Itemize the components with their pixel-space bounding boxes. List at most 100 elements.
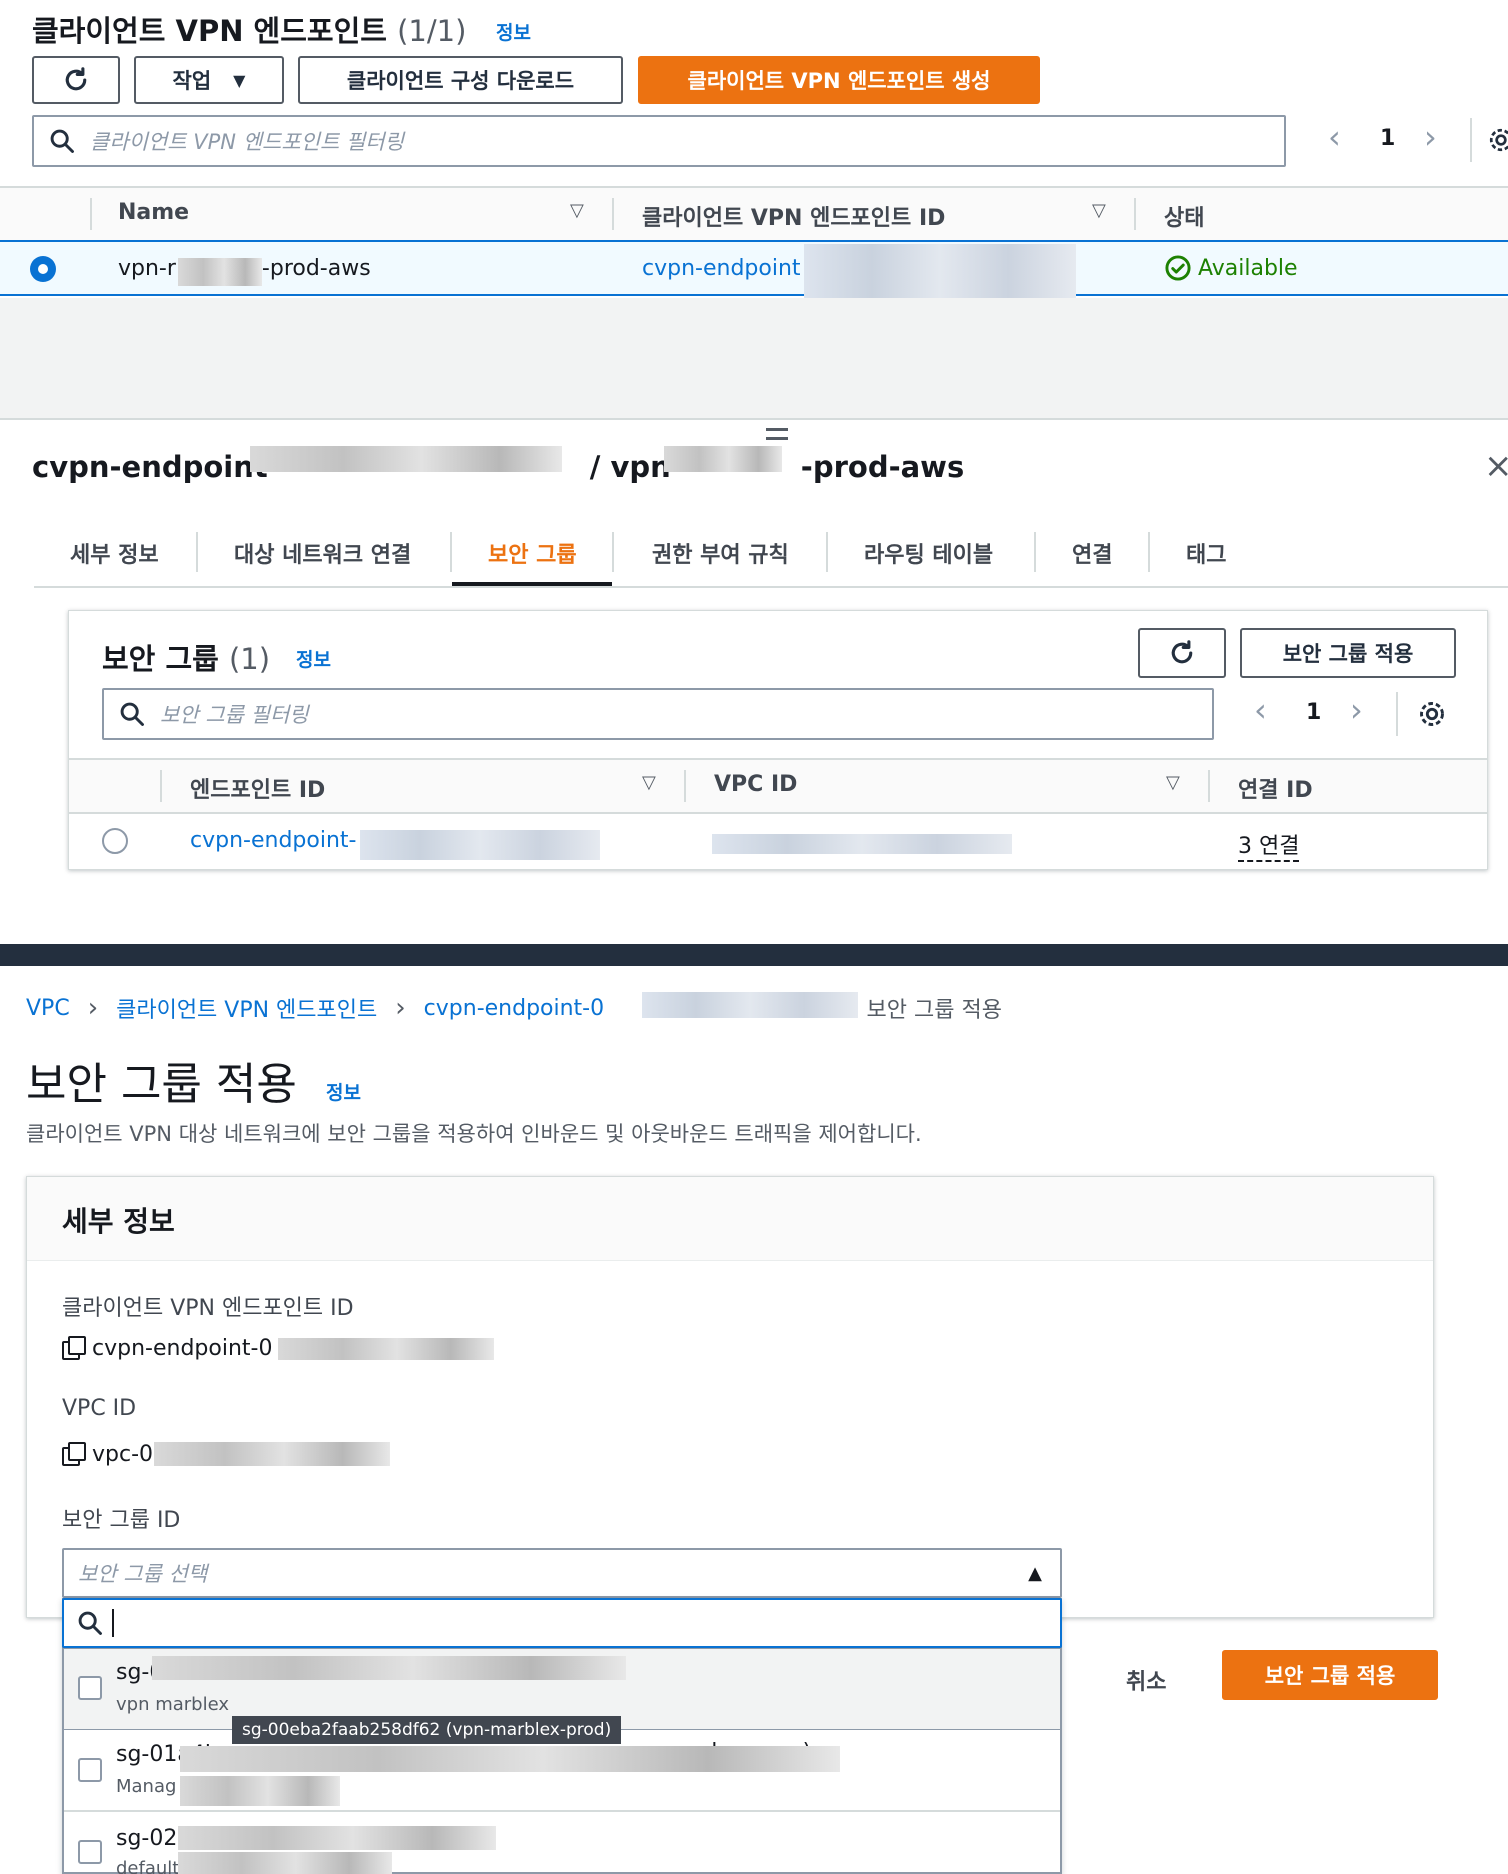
tab-tags[interactable]: 태그: [1186, 537, 1226, 569]
chevron-right-icon: ›: [395, 993, 406, 1023]
status-text: Available: [1198, 255, 1298, 281]
caret-up-icon: ▲: [1028, 1562, 1042, 1584]
row-name-suffix: -prod-aws: [261, 256, 371, 281]
search-icon: [78, 1611, 102, 1635]
section-title: 세부 정보: [62, 1205, 175, 1238]
prev-page-icon[interactable]: ‹: [1328, 118, 1341, 156]
option-description: default: [116, 1858, 180, 1874]
panel-title: 보안 그룹 (1): [102, 636, 270, 678]
search-icon: [120, 702, 144, 726]
detail-title-prefix: cvpn-endpoint: [32, 450, 268, 484]
option-checkbox[interactable]: [78, 1758, 102, 1782]
resize-handle-icon[interactable]: [766, 428, 788, 440]
cancel-button[interactable]: 취소: [1126, 1664, 1166, 1696]
security-group-id-label: 보안 그룹 ID: [62, 1508, 181, 1533]
settings-icon[interactable]: [1418, 700, 1446, 728]
column-header-sg-endpoint-id[interactable]: 엔드포인트 ID: [190, 772, 325, 804]
apply-security-group-button[interactable]: 보안 그룹 적용: [1240, 628, 1456, 678]
tab-route-table[interactable]: 라우팅 테이블: [864, 537, 993, 569]
sg-row-radio[interactable]: [102, 828, 128, 854]
column-header-name[interactable]: Name: [118, 200, 189, 225]
actions-label: 작업: [172, 69, 212, 93]
security-group-filter-placeholder: 보안 그룹 필터링: [160, 703, 309, 727]
sort-icon[interactable]: ▽: [570, 200, 584, 221]
endpoint-id-text: cvpn-endpoint-0: [92, 1336, 273, 1361]
endpoint-id-value: cvpn-endpoint-0: [62, 1336, 272, 1361]
column-header-vpc-id[interactable]: VPC ID: [714, 772, 797, 797]
next-page-icon[interactable]: ›: [1424, 118, 1437, 156]
info-link[interactable]: 정보: [496, 18, 531, 45]
tab-connections[interactable]: 연결: [1072, 537, 1112, 569]
prev-page-icon[interactable]: ‹: [1254, 691, 1267, 729]
page-number[interactable]: 1: [1306, 700, 1321, 725]
row-endpoint-id-link[interactable]: cvpn-endpoint: [642, 256, 801, 281]
breadcrumb-vpc[interactable]: VPC: [26, 996, 70, 1021]
endpoint-filter-placeholder: 클라이언트 VPN 엔드포인트 필터링: [90, 130, 404, 154]
copy-icon[interactable]: [62, 1442, 86, 1466]
sort-icon[interactable]: ▽: [642, 772, 656, 793]
list-title-text: 클라이언트 VPN 엔드포인트: [32, 14, 387, 48]
tab-target-network[interactable]: 대상 네트워크 연결: [234, 537, 411, 569]
create-endpoint-button[interactable]: 클라이언트 VPN 엔드포인트 생성: [638, 56, 1040, 104]
option-description: Manag: [116, 1776, 177, 1797]
actions-button[interactable]: 작업 ▼: [134, 56, 284, 104]
tab-security-groups[interactable]: 보안 그룹: [488, 537, 577, 569]
column-header-connection-id[interactable]: 연결 ID: [1238, 772, 1313, 804]
endpoint-id-label: 클라이언트 VPN 엔드포인트 ID: [62, 1296, 354, 1321]
list-count: (1/1): [397, 14, 467, 48]
chevron-right-icon: ›: [87, 993, 99, 1023]
split-gap: [0, 298, 1508, 420]
panel-count: (1): [228, 642, 271, 676]
column-header-status[interactable]: 상태: [1164, 200, 1204, 232]
check-circle-icon: [1165, 255, 1191, 281]
sort-icon[interactable]: ▽: [1092, 200, 1106, 221]
detail-title-suffix: -prod-aws: [800, 450, 965, 484]
list-title: 클라이언트 VPN 엔드포인트 (1/1): [32, 8, 466, 50]
option-id: sg-02: [116, 1826, 178, 1851]
panel-title-text: 보안 그룹: [102, 642, 219, 676]
security-group-filter-input[interactable]: 보안 그룹 필터링: [102, 688, 1214, 740]
vpc-id-value: vpc-0: [62, 1442, 153, 1467]
text-cursor: [112, 1609, 114, 1637]
row-radio-selected[interactable]: [30, 256, 56, 282]
page-number[interactable]: 1: [1380, 126, 1395, 151]
tooltip: sg-00eba2faab258df62 (vpn-marblex-prod): [232, 1716, 622, 1744]
page-info-link[interactable]: 정보: [326, 1078, 361, 1105]
breadcrumb-endpoint-id[interactable]: cvpn-endpoint-0: [424, 996, 604, 1021]
dropdown-search-input[interactable]: [62, 1598, 1062, 1648]
breadcrumb-endpoints[interactable]: 클라이언트 VPN 엔드포인트: [116, 992, 377, 1024]
refresh-button[interactable]: [32, 56, 120, 104]
sg-row-endpoint-link[interactable]: cvpn-endpoint-: [190, 828, 356, 853]
browser-bookmarks-bar: [0, 944, 1508, 966]
option-checkbox[interactable]: [78, 1676, 102, 1700]
tab-authorization-rules[interactable]: 권한 부여 규칙: [652, 537, 789, 569]
security-group-select-placeholder: 보안 그룹 선택: [78, 1562, 208, 1586]
settings-icon[interactable]: [1488, 127, 1508, 153]
sg-row-connections-link[interactable]: 3 연결: [1238, 828, 1300, 862]
page-title: 보안 그룹 적용: [26, 1059, 297, 1110]
panel-info-link[interactable]: 정보: [296, 645, 331, 672]
refresh-icon: [65, 67, 87, 91]
status-badge: Available: [1164, 254, 1298, 282]
caret-down-icon: ▼: [233, 70, 246, 90]
refresh-icon: [1171, 640, 1193, 664]
page-description: 클라이언트 VPN 대상 네트워크에 보안 그룹을 적용하여 인바운드 및 아웃…: [26, 1122, 922, 1146]
row-name-prefix: vpn-r: [118, 256, 176, 281]
panel-refresh-button[interactable]: [1138, 628, 1226, 678]
security-group-select[interactable]: 보안 그룹 선택 ▲: [62, 1548, 1062, 1598]
next-page-icon[interactable]: ›: [1350, 691, 1363, 729]
endpoint-filter-input[interactable]: 클라이언트 VPN 엔드포인트 필터링: [32, 115, 1286, 167]
tab-details[interactable]: 세부 정보: [70, 537, 159, 569]
close-icon[interactable]: ×: [1484, 446, 1508, 486]
option-checkbox[interactable]: [78, 1840, 102, 1864]
breadcrumb-current: 보안 그룹 적용: [866, 998, 1002, 1023]
details-header: [27, 1177, 1433, 1261]
vpc-id-label: VPC ID: [62, 1396, 137, 1421]
sort-icon[interactable]: ▽: [1166, 772, 1180, 793]
submit-apply-button[interactable]: 보안 그룹 적용: [1222, 1650, 1438, 1700]
copy-icon[interactable]: [62, 1336, 86, 1360]
download-config-button[interactable]: 클라이언트 구성 다운로드: [298, 56, 623, 104]
vpc-id-text: vpc-0: [92, 1442, 154, 1467]
option-description: vpn marblex: [116, 1694, 230, 1715]
column-header-endpoint-id[interactable]: 클라이언트 VPN 엔드포인트 ID: [642, 200, 945, 232]
